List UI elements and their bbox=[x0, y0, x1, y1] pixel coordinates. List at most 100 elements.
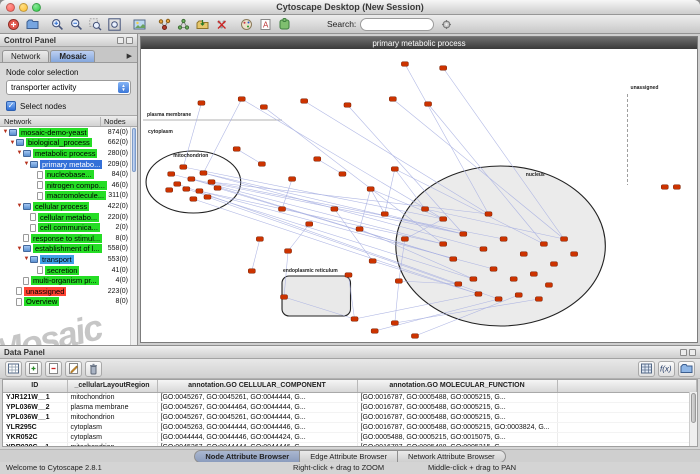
tree-row[interactable]: ▼transport553(0) bbox=[0, 254, 137, 265]
tab-node-attribute-browser[interactable]: Node Attribute Browser bbox=[194, 450, 300, 463]
tree-scrollbar[interactable] bbox=[130, 127, 137, 345]
expand-arrow-icon[interactable]: ▼ bbox=[16, 203, 23, 209]
network-node[interactable] bbox=[331, 207, 338, 211]
show-graphics-details-icon[interactable] bbox=[131, 16, 148, 32]
tab-scroll-right-icon[interactable]: ▶ bbox=[127, 52, 135, 62]
column-header[interactable] bbox=[557, 380, 697, 392]
zoom-selected-icon[interactable] bbox=[87, 16, 104, 32]
network-node[interactable] bbox=[190, 197, 197, 201]
network-node[interactable] bbox=[200, 171, 207, 175]
network-node[interactable] bbox=[285, 249, 292, 253]
network-node[interactable] bbox=[196, 189, 203, 193]
network-node[interactable] bbox=[180, 165, 187, 169]
network-edge[interactable] bbox=[264, 107, 443, 244]
network-node[interactable] bbox=[183, 187, 190, 191]
network-node[interactable] bbox=[233, 147, 240, 151]
zoom-fit-icon[interactable] bbox=[106, 16, 123, 32]
network-node[interactable] bbox=[389, 97, 396, 101]
column-header[interactable]: annotation.GO MOLECULAR_FUNCTION bbox=[357, 380, 557, 392]
tab-network[interactable]: Network bbox=[2, 50, 49, 62]
network-node[interactable] bbox=[515, 293, 522, 297]
network-node[interactable] bbox=[561, 237, 568, 241]
network-node[interactable] bbox=[401, 62, 408, 66]
table-row[interactable]: YKR052Ccytoplasm[GO:0044444, GO:0044446,… bbox=[3, 432, 697, 442]
table-row[interactable]: YJR121W__1mitochondrion[GO:0045267, GO:0… bbox=[3, 392, 697, 402]
zoom-out-icon[interactable] bbox=[68, 16, 85, 32]
tree-row[interactable]: multi-organism pr...4(0) bbox=[0, 275, 137, 286]
network-node[interactable] bbox=[440, 66, 447, 70]
expand-arrow-icon[interactable]: ▼ bbox=[23, 161, 30, 167]
network-node[interactable] bbox=[174, 182, 181, 186]
network-canvas[interactable]: plasma membranecytoplasmmitochondrionnuc… bbox=[141, 49, 697, 342]
table-row[interactable]: YPL036W__2plasma membrane[GO:0045267, GO… bbox=[3, 402, 697, 412]
network-node[interactable] bbox=[369, 259, 376, 263]
tree-row[interactable]: nucleobase...84(0) bbox=[0, 169, 137, 180]
network-node[interactable] bbox=[289, 177, 296, 181]
network-node[interactable] bbox=[661, 185, 668, 189]
network-edge[interactable] bbox=[385, 169, 395, 214]
network-node[interactable] bbox=[314, 157, 321, 161]
network-node[interactable] bbox=[401, 237, 408, 241]
select-nodes-checkbox[interactable]: ✓ bbox=[6, 101, 16, 111]
network-node[interactable] bbox=[339, 172, 346, 176]
matrix-icon[interactable] bbox=[638, 361, 655, 377]
network-node[interactable] bbox=[344, 103, 351, 107]
float-panel-icon[interactable] bbox=[117, 37, 124, 44]
network-node[interactable] bbox=[673, 185, 680, 189]
annotations-icon[interactable]: A bbox=[257, 16, 274, 32]
network-node[interactable] bbox=[351, 317, 358, 321]
network-node[interactable] bbox=[248, 269, 255, 273]
network-node[interactable] bbox=[510, 277, 517, 281]
tree-row[interactable]: ▼primary metabo...209(0) bbox=[0, 159, 137, 170]
network-node[interactable] bbox=[422, 207, 429, 211]
network-node[interactable] bbox=[440, 242, 447, 246]
network-node[interactable] bbox=[345, 273, 352, 277]
network-node[interactable] bbox=[260, 105, 267, 109]
network-node[interactable] bbox=[450, 257, 457, 261]
vizmapper-icon[interactable] bbox=[238, 16, 255, 32]
network-node[interactable] bbox=[571, 252, 578, 256]
table-row[interactable]: YLR295Ccytoplasm[GO:0045263, GO:0044444,… bbox=[3, 422, 697, 432]
network-node[interactable] bbox=[530, 272, 537, 276]
network-node[interactable] bbox=[204, 195, 211, 199]
network-node[interactable] bbox=[367, 187, 374, 191]
network-node[interactable] bbox=[490, 267, 497, 271]
column-header[interactable]: ID bbox=[3, 380, 67, 392]
network-edge[interactable] bbox=[237, 149, 262, 164]
network-node[interactable] bbox=[535, 297, 542, 301]
network-node[interactable] bbox=[381, 212, 388, 216]
minimize-window-button[interactable] bbox=[19, 3, 28, 12]
network-node[interactable] bbox=[198, 101, 205, 105]
column-header[interactable]: annotation.GO CELLULAR_COMPONENT bbox=[157, 380, 357, 392]
network-node[interactable] bbox=[391, 321, 398, 325]
network-node[interactable] bbox=[356, 227, 363, 231]
float-panel-icon[interactable] bbox=[680, 349, 687, 356]
formula-builder-icon[interactable]: f(x) bbox=[658, 361, 675, 377]
search-config-icon[interactable] bbox=[438, 16, 455, 32]
titlebar[interactable]: Cytoscape Desktop (New Session) bbox=[0, 0, 700, 15]
tree-row[interactable]: secretion41(0) bbox=[0, 265, 137, 276]
network-node[interactable] bbox=[485, 212, 492, 216]
network-node[interactable] bbox=[411, 334, 418, 338]
tab-network-attribute-browser[interactable]: Network Attribute Browser bbox=[398, 450, 506, 463]
network-node[interactable] bbox=[278, 207, 285, 211]
tree-row[interactable]: ▼metabolic process280(0) bbox=[0, 148, 137, 159]
expand-arrow-icon[interactable]: ▼ bbox=[16, 150, 23, 156]
network-edge[interactable] bbox=[171, 174, 443, 244]
expand-arrow-icon[interactable]: ▼ bbox=[23, 256, 30, 262]
zoom-in-icon[interactable] bbox=[49, 16, 66, 32]
network-node[interactable] bbox=[455, 282, 462, 286]
table-row[interactable]: YPL036W__1mitochondrion[GO:0045267, GO:0… bbox=[3, 412, 697, 422]
close-panel-icon[interactable] bbox=[689, 349, 696, 356]
network-node[interactable] bbox=[371, 329, 378, 333]
network-edge[interactable] bbox=[242, 99, 443, 219]
network-node[interactable] bbox=[256, 237, 263, 241]
network-edge[interactable] bbox=[203, 99, 241, 173]
network-node[interactable] bbox=[545, 283, 552, 287]
table-row[interactable]: YDR039C__1mitochondrion[GO:0045267, GO:0… bbox=[3, 442, 697, 447]
new-session-icon[interactable] bbox=[5, 16, 22, 32]
network-node[interactable] bbox=[495, 297, 502, 301]
column-header[interactable]: _cellularLayoutRegion bbox=[67, 380, 157, 392]
network-edge[interactable] bbox=[304, 101, 488, 214]
network-node[interactable] bbox=[440, 217, 447, 221]
